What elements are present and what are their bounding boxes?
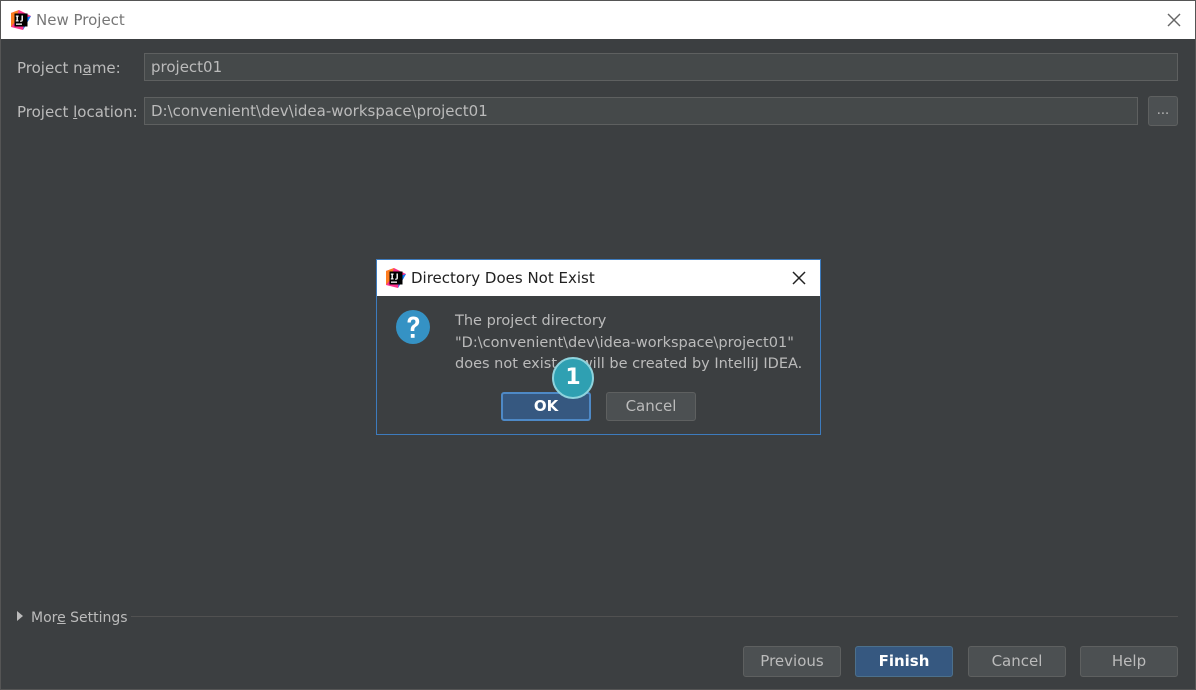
window-title: New Project [36,11,125,29]
divider [131,616,1178,617]
project-location-input[interactable]: D:\convenient\dev\idea-workspace\project… [144,97,1138,125]
question-icon [396,310,430,344]
directory-not-exist-dialog: Directory Does Not Exist The project dir… [376,259,821,435]
cancel-button[interactable]: Cancel [968,646,1066,677]
project-location-label-part: Project [17,103,74,121]
close-icon[interactable] [1163,9,1185,31]
dialog-cancel-button[interactable]: Cancel [606,392,696,421]
project-name-label-part: Project n [17,59,83,77]
dialog-message: The project directory "D:\convenient\dev… [455,311,815,376]
dialog-titlebar: Directory Does Not Exist [377,260,820,296]
window-titlebar: New Project [1,1,1195,39]
project-name-label: Project name: [17,58,121,78]
project-location-label-part: ocation: [77,103,138,121]
more-settings-label-part: Mor [31,610,58,626]
step-number-badge: 1 [552,357,594,399]
browse-button[interactable]: ... [1148,96,1178,126]
previous-button[interactable]: Previous [743,646,841,677]
dialog-title: Directory Does Not Exist [411,269,595,287]
expand-triangle-icon [17,611,23,621]
intellij-logo-icon [11,10,31,30]
project-name-label-part: me: [91,59,121,77]
project-name-mnemonic: a [82,59,92,77]
finish-button[interactable]: Finish [855,646,953,677]
more-settings-label-part: Settings [65,610,128,626]
intellij-logo-icon [386,268,406,288]
more-settings-mnemonic: e [57,610,66,626]
more-settings-toggle[interactable]: More Settings [17,609,128,627]
project-name-input[interactable]: project01 [144,53,1178,81]
new-project-window: New Project Project name: project01 Proj… [0,0,1196,690]
help-button[interactable]: Help [1080,646,1178,677]
dialog-message-line: "D:\convenient\dev\idea-workspace\projec… [455,334,794,351]
project-location-label: Project location: [17,102,138,122]
dialog-message-line: The project directory [455,313,607,329]
dialog-message-line: does not exist. It will be created by In… [455,356,803,372]
close-icon[interactable] [788,267,810,289]
